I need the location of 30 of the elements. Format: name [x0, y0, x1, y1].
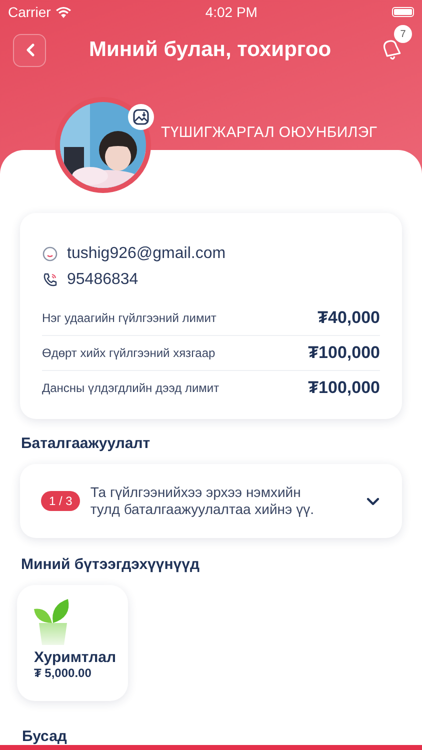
notification-count: 7 [394, 25, 412, 43]
verification-card[interactable]: 1 / 3 Та гүйлгээнийхээ эрхээ нэмхийн тулд баталгаажуулалтаа хийнэ үү. [20, 464, 402, 538]
back-button[interactable] [13, 34, 46, 66]
limit-label: Дансны үлдэгдлийн дээд лимит [42, 381, 220, 395]
wifi-icon [56, 6, 71, 18]
screen-title: Миний булан, тохиргоо [88, 38, 332, 62]
edit-photo-button[interactable] [128, 104, 154, 130]
email-text: tushig926@gmail.com [67, 245, 226, 263]
back-icon [24, 43, 34, 57]
limit-amount: ₮100,000 [308, 343, 380, 363]
limit-label: Өдөрт хийх гүйлгээний хязгаар [42, 346, 216, 360]
verification-message: Та гүйлгээнийхээ эрхээ нэмхийн тулд баталгаажуулалтаа хийнэ үү. [90, 484, 315, 518]
status-time: 4:02 PM [205, 4, 258, 20]
section-title: Бусад [22, 729, 67, 744]
limit-amount: ₮100,000 [308, 378, 380, 398]
chevron-icon[interactable] [366, 496, 380, 506]
user-name: ТҮШИГЖАРГАЛ ОЮУНБИЛЭГ [161, 124, 378, 143]
product-card[interactable]: Хуримтлал ₮ 5,000.00 [17, 585, 128, 701]
limit-amount: ₮40,000 [318, 308, 380, 328]
battery-icon [392, 7, 414, 17]
section-title: Миний бүтээгдэхүүнүүд [21, 556, 200, 573]
product-name: Хуримтлал [34, 649, 117, 666]
section-title: Баталгаажуулалт [21, 435, 152, 452]
smiley-icon [42, 246, 58, 262]
step-badge: 1 / 3 [41, 491, 80, 511]
product-amount: ₮ 5,000.00 [34, 666, 92, 680]
limit-label: Нэг удаагийн гүйлгээний лимит [42, 311, 216, 325]
phone-number: 95486834 [67, 271, 138, 289]
carrier-label: Carrier [8, 4, 51, 20]
phone-icon [42, 272, 58, 288]
